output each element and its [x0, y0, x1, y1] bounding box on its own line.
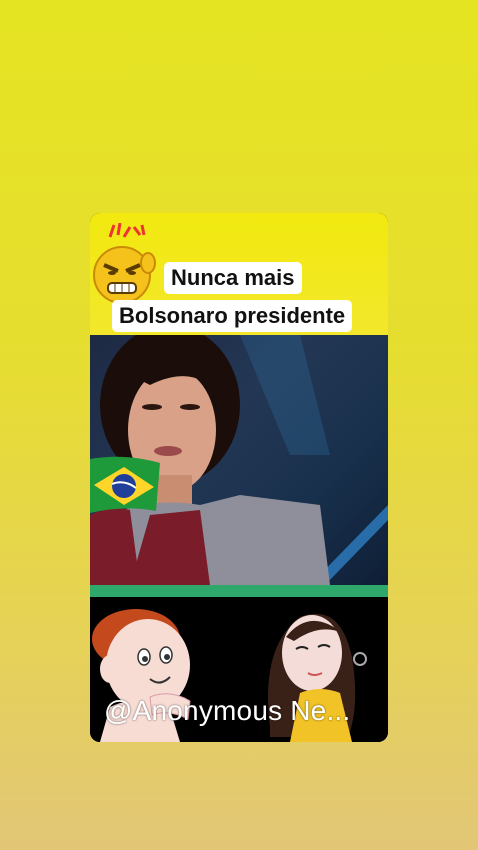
caption-line-1: Nunca mais — [164, 262, 302, 294]
creator-watermark: @Anonymous Ne... — [104, 695, 351, 726]
caption-line-2: Bolsonaro presidente — [112, 300, 353, 332]
caption-text-block: Nunca mais Bolsonaro presidente — [112, 258, 366, 337]
brazil-flag-icon — [90, 456, 160, 513]
video-progress-strip — [90, 585, 388, 597]
video-post-card[interactable]: Nunca mais Bolsonaro presidente @Anonymo… — [90, 213, 388, 742]
video-frame[interactable] — [90, 335, 388, 585]
